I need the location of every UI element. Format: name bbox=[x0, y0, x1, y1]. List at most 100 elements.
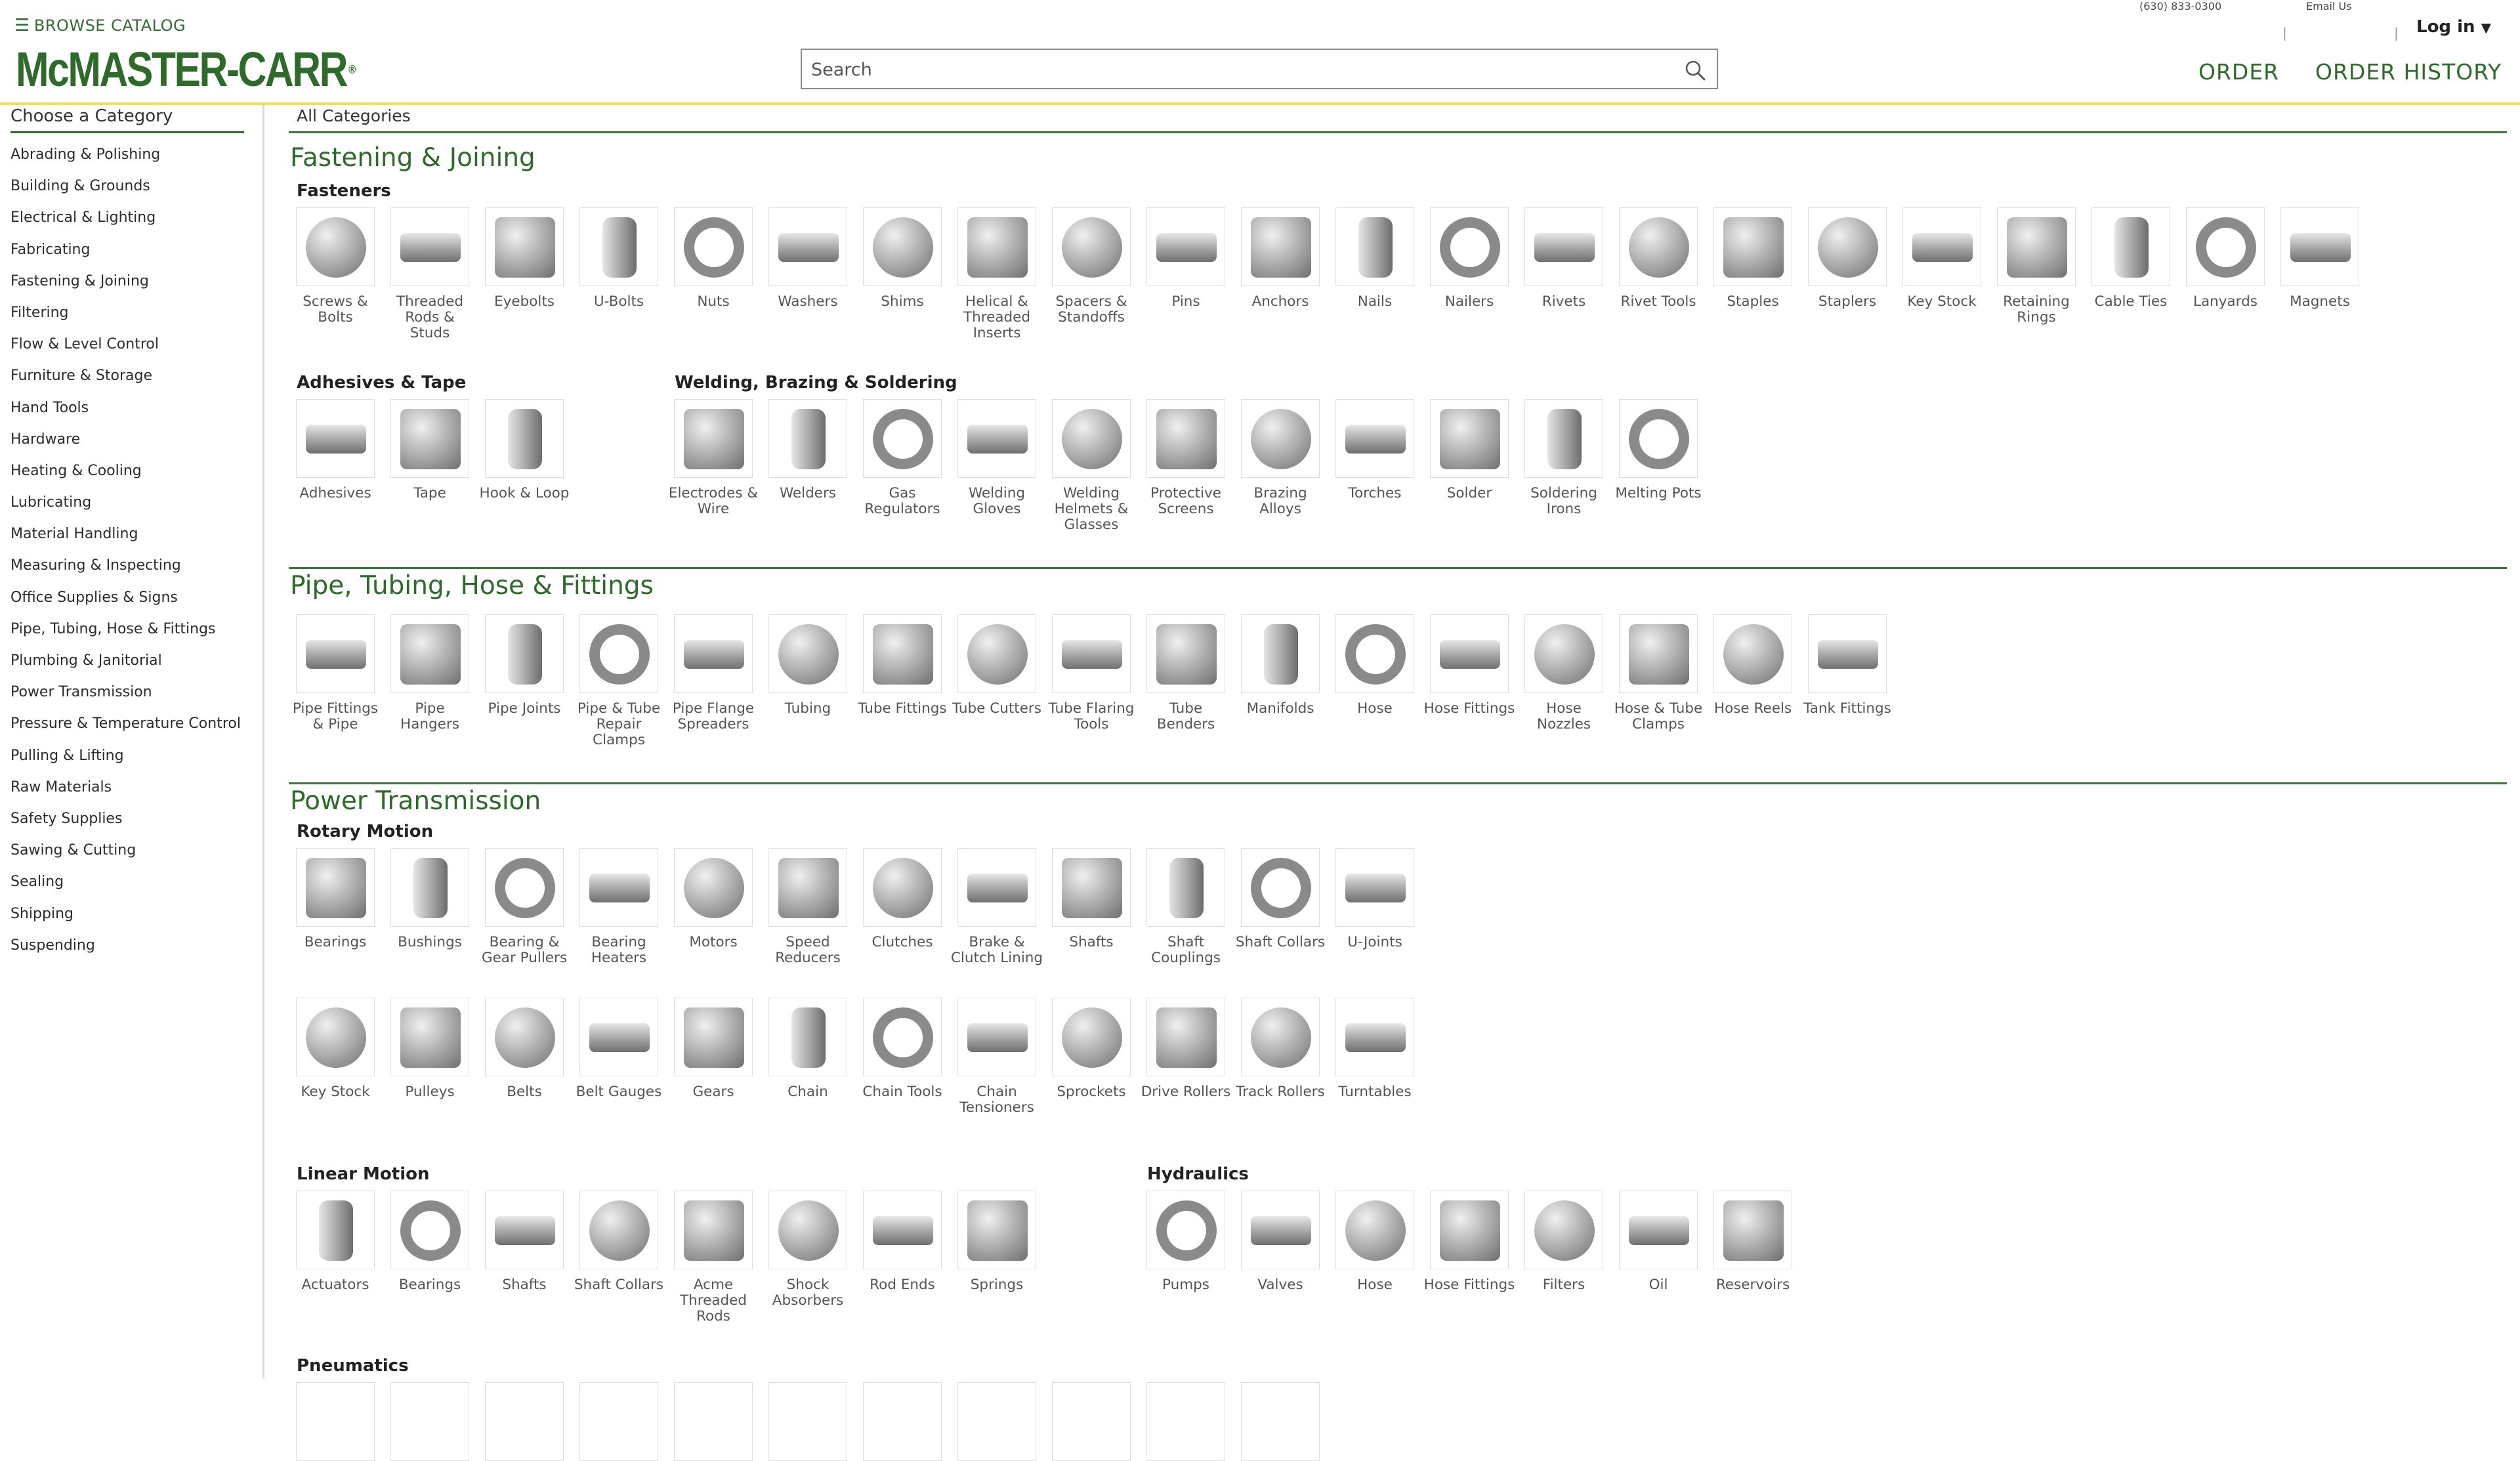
order-nav-link[interactable]: ORDER bbox=[2198, 59, 2279, 85]
group-title[interactable]: Rotary Motion bbox=[297, 822, 433, 841]
tile-label: Shaft Couplings bbox=[1151, 934, 1221, 966]
sidebar-category-item[interactable]: Office Supplies & Signs bbox=[10, 582, 241, 614]
logo[interactable]: McMASTER-CARR ® bbox=[16, 43, 356, 96]
sidebar-category-item[interactable]: Sawing & Cutting bbox=[10, 835, 241, 866]
product-thumbnail bbox=[674, 399, 753, 478]
sidebar-category-item[interactable]: Power Transmission bbox=[10, 677, 241, 708]
sidebar-category-item[interactable]: Sealing bbox=[10, 866, 241, 898]
product-image bbox=[791, 409, 826, 469]
product-thumbnail bbox=[1052, 399, 1131, 478]
product-image bbox=[400, 409, 461, 469]
tile-label: Welding Helmets & Glasses bbox=[1054, 485, 1129, 533]
product-image bbox=[1818, 217, 1878, 278]
product-image bbox=[495, 858, 555, 918]
tile-label: Belt Gauges bbox=[576, 1084, 662, 1100]
caret-down-icon: ▼ bbox=[2481, 20, 2491, 35]
product-thumbnail bbox=[390, 1191, 469, 1269]
sidebar-category-item[interactable]: Electrical & Lighting bbox=[10, 202, 241, 234]
product-image bbox=[1723, 624, 1784, 685]
sidebar-category-item[interactable]: Safety Supplies bbox=[10, 803, 241, 835]
product-thumbnail bbox=[390, 399, 469, 478]
product-thumbnail bbox=[2280, 207, 2359, 286]
search-icon[interactable] bbox=[1684, 59, 1706, 81]
sidebar-category-item[interactable]: Building & Grounds bbox=[10, 171, 241, 202]
tile-label: Tank Fittings bbox=[1803, 700, 1891, 717]
sidebar-category-item[interactable]: Lubricating bbox=[10, 487, 241, 519]
catalog-main: All Categories Fastening & Joining Faste… bbox=[289, 105, 2507, 1461]
product-thumbnail bbox=[863, 848, 942, 927]
product-thumbnail bbox=[1430, 614, 1509, 693]
tile-label: Bushings bbox=[398, 934, 462, 950]
group-title[interactable]: Linear Motion bbox=[297, 1164, 430, 1184]
product-thumbnail bbox=[296, 998, 375, 1076]
product-thumbnail bbox=[1524, 399, 1603, 478]
sidebar-category-item[interactable]: Shipping bbox=[10, 899, 241, 930]
product-thumbnail bbox=[674, 614, 753, 693]
browse-catalog-button[interactable]: ☰ BROWSE CATALOG bbox=[14, 16, 186, 35]
tile-label: Hose bbox=[1357, 700, 1393, 717]
sidebar-category-item[interactable]: Plumbing & Janitorial bbox=[10, 645, 241, 677]
group-title[interactable]: Pneumatics bbox=[297, 1356, 409, 1376]
sidebar-category-item[interactable]: Material Handling bbox=[10, 519, 241, 550]
product-image bbox=[1169, 858, 1204, 918]
section-title[interactable]: Pipe, Tubing, Hose & Fittings bbox=[290, 571, 654, 601]
login-button[interactable]: Log in ▼ bbox=[2416, 17, 2491, 37]
group-title[interactable]: Adhesives & Tape bbox=[297, 373, 466, 392]
tile-label: Oil bbox=[1648, 1277, 1668, 1293]
product-image bbox=[778, 624, 839, 685]
sidebar-category-item[interactable]: Heating & Cooling bbox=[10, 455, 241, 487]
sidebar-category-item[interactable]: Measuring & Inspecting bbox=[10, 550, 241, 582]
sidebar-category-item[interactable]: Flow & Level Control bbox=[10, 329, 241, 360]
sidebar-category-item[interactable]: Pipe, Tubing, Hose & Fittings bbox=[10, 614, 241, 645]
sidebar-category-item[interactable]: Hand Tools bbox=[10, 392, 241, 424]
tile-label: Anchors bbox=[1251, 293, 1309, 310]
group-title[interactable]: Welding, Brazing & Soldering bbox=[675, 373, 957, 392]
tile-label: Bearing Heaters bbox=[591, 934, 647, 966]
section-title[interactable]: Fastening & Joining bbox=[290, 143, 536, 173]
tile-label: Tube Fittings bbox=[858, 700, 947, 717]
product-thumbnail bbox=[957, 848, 1036, 927]
product-image bbox=[495, 1216, 555, 1245]
product-image bbox=[1156, 409, 1217, 469]
product-thumbnail bbox=[1430, 1191, 1509, 1269]
tile-label: U-Joints bbox=[1347, 934, 1402, 950]
section-title[interactable]: Power Transmission bbox=[290, 786, 541, 816]
product-image bbox=[1345, 874, 1406, 902]
tile-label: Sprockets bbox=[1057, 1084, 1126, 1100]
tile-label: Nails bbox=[1357, 293, 1393, 310]
product-thumbnail bbox=[485, 399, 564, 478]
sidebar-category-item[interactable]: Raw Materials bbox=[10, 772, 241, 803]
tile-thumbnail bbox=[390, 1382, 469, 1461]
sidebar-category-item[interactable]: Filtering bbox=[10, 297, 241, 329]
tile-label: Pipe Fittings & Pipe bbox=[292, 700, 379, 732]
tile-thumbnail bbox=[296, 1382, 375, 1461]
sidebar-category-item[interactable]: Fabricating bbox=[10, 234, 241, 266]
email-us-link[interactable]: Email Us bbox=[2306, 0, 2352, 12]
tile-label: Pipe Joints bbox=[488, 700, 561, 717]
sidebar-category-item[interactable]: Abrading & Polishing bbox=[10, 139, 241, 171]
search-input[interactable] bbox=[810, 56, 1666, 83]
product-image bbox=[400, 624, 461, 685]
product-thumbnail bbox=[957, 1191, 1036, 1269]
sidebar-category-item[interactable]: Pressure & Temperature Control bbox=[10, 708, 241, 740]
tile-label: Adhesives bbox=[299, 485, 371, 501]
product-thumbnail bbox=[1713, 614, 1792, 693]
product-thumbnail bbox=[390, 998, 469, 1076]
product-image bbox=[1547, 409, 1582, 469]
product-thumbnail bbox=[768, 399, 847, 478]
product-image bbox=[873, 409, 933, 469]
tile-label: Eyebolts bbox=[494, 293, 555, 310]
product-image bbox=[2007, 217, 2067, 278]
sidebar-category-item[interactable]: Pulling & Lifting bbox=[10, 740, 241, 772]
sidebar-category-item[interactable]: Suspending bbox=[10, 930, 241, 962]
product-thumbnail bbox=[1241, 998, 1320, 1076]
group-title[interactable]: Hydraulics bbox=[1147, 1164, 1249, 1184]
product-image bbox=[778, 858, 839, 918]
tile-label: Nailers bbox=[1444, 293, 1494, 310]
tile-label: Pipe Flange Spreaders bbox=[672, 700, 755, 732]
sidebar-category-item[interactable]: Fastening & Joining bbox=[10, 266, 241, 297]
sidebar-category-item[interactable]: Furniture & Storage bbox=[10, 360, 241, 392]
order-history-nav-link[interactable]: ORDER HISTORY bbox=[2315, 59, 2502, 85]
group-title[interactable]: Fasteners bbox=[297, 181, 391, 201]
sidebar-category-item[interactable]: Hardware bbox=[10, 424, 241, 455]
